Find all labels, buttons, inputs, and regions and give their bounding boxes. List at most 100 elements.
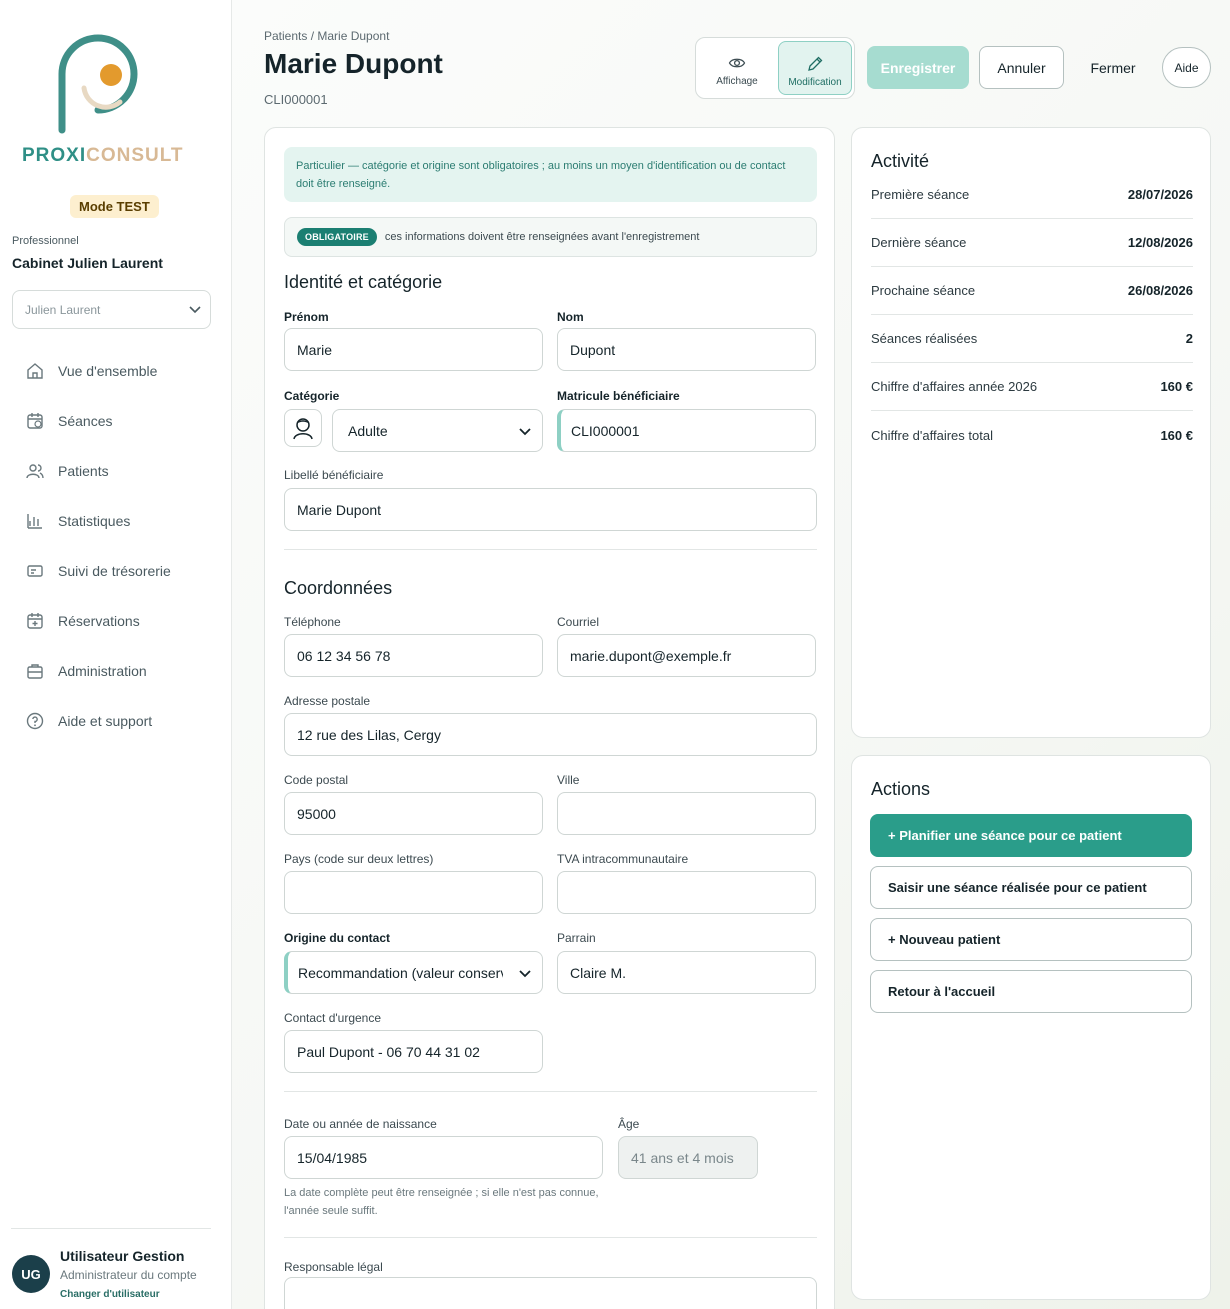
close-button[interactable]: Fermer bbox=[1078, 46, 1148, 89]
avatar[interactable]: UG bbox=[12, 1255, 50, 1293]
record-session-button[interactable]: Saisir une séance réalisée pour ce patie… bbox=[870, 866, 1192, 909]
divider bbox=[284, 549, 817, 550]
card-icon bbox=[24, 560, 46, 582]
mode-badge: Mode TEST bbox=[70, 195, 159, 218]
users-icon bbox=[24, 460, 46, 482]
nav-item-label: Vue d'ensemble bbox=[58, 363, 158, 379]
activity-row: Séances réalisées 2 bbox=[871, 315, 1193, 363]
responsable-input[interactable] bbox=[284, 1277, 817, 1309]
user-role: Administrateur du compte bbox=[60, 1268, 197, 1282]
info-banner: Particulier — catégorie et origine sont … bbox=[284, 147, 817, 202]
pencil-icon bbox=[808, 56, 823, 71]
nav-item-administration[interactable]: Administration bbox=[0, 646, 231, 696]
matricule-input[interactable]: CLI000001 bbox=[557, 409, 816, 452]
switch-user-link[interactable]: Changer d'utilisateur bbox=[60, 1289, 160, 1300]
parrain-label: Parrain bbox=[557, 931, 596, 945]
actions-card: Actions + Planifier une séance pour ce p… bbox=[851, 755, 1211, 1300]
nom-input[interactable]: Dupont bbox=[557, 328, 816, 371]
nav-item-seances[interactable]: Séances bbox=[0, 396, 231, 446]
activity-row-label: Prochaine séance bbox=[871, 283, 976, 298]
tva-label: TVA intracommunautaire bbox=[557, 852, 689, 866]
cancel-button[interactable]: Annuler bbox=[979, 46, 1064, 89]
edit-mode-button[interactable]: Modification bbox=[778, 41, 852, 95]
person-avatar-icon bbox=[284, 409, 322, 447]
pays-input[interactable] bbox=[284, 871, 543, 914]
age-label: Âge bbox=[618, 1117, 640, 1131]
activity-row-label: Dernière séance bbox=[871, 235, 967, 250]
code-postal-input[interactable]: 95000 bbox=[284, 792, 543, 835]
required-notice: OBLIGATOIRE ces informations doivent êtr… bbox=[284, 217, 817, 257]
schedule-session-button[interactable]: + Planifier une séance pour ce patient bbox=[870, 814, 1192, 857]
pays-label: Pays (code sur deux lettres) bbox=[284, 852, 434, 866]
origine-label: Origine du contact bbox=[284, 931, 391, 945]
activity-row-value: 160 € bbox=[1160, 427, 1193, 443]
activity-row: Première séance 28/07/2026 bbox=[871, 171, 1193, 219]
nav-item-reservations[interactable]: Réservations bbox=[0, 596, 231, 646]
activity-row: Chiffre d'affaires total 160 € bbox=[871, 411, 1193, 459]
calendar-icon bbox=[24, 410, 46, 432]
back-home-button[interactable]: Retour à l'accueil bbox=[870, 970, 1192, 1013]
parrain-input[interactable]: Claire M. bbox=[557, 951, 816, 994]
professional-select-value: Julien Laurent bbox=[25, 303, 101, 317]
professional-select[interactable]: Julien Laurent bbox=[12, 290, 211, 329]
activity-row-value: 2 bbox=[1185, 331, 1193, 346]
nav-item-patients[interactable]: Patients bbox=[0, 446, 231, 496]
chart-icon bbox=[24, 510, 46, 532]
email-input[interactable]: marie.dupont@exemple.fr bbox=[557, 634, 816, 677]
nav-item-label: Patients bbox=[58, 463, 109, 479]
briefcase-icon bbox=[24, 660, 46, 682]
main-content: Patients / Marie Dupont Marie Dupont CLI… bbox=[232, 0, 1230, 1309]
chevron-down-icon bbox=[189, 306, 201, 314]
responsable-label: Responsable légal bbox=[284, 1260, 383, 1274]
age-field: 41 ans et 4 mois bbox=[618, 1136, 758, 1179]
user-name: Utilisateur Gestion bbox=[60, 1248, 185, 1264]
ville-label: Ville bbox=[557, 773, 580, 787]
nav-item-treasury[interactable]: Suivi de trésorerie bbox=[0, 546, 231, 596]
nav-item-statistics[interactable]: Statistiques bbox=[0, 496, 231, 546]
urgence-input[interactable]: Paul Dupont - 06 70 44 31 02 bbox=[284, 1030, 543, 1073]
email-label: Courriel bbox=[557, 615, 600, 629]
breadcrumb[interactable]: Patients / Marie Dupont bbox=[264, 29, 389, 43]
new-patient-button[interactable]: + Nouveau patient bbox=[870, 918, 1192, 961]
activity-row: Dernière séance 12/08/2026 bbox=[871, 219, 1193, 267]
chevron-down-icon bbox=[519, 428, 531, 436]
prenom-input[interactable]: Marie bbox=[284, 328, 543, 371]
origine-select[interactable]: Recommandation (valeur conserve bbox=[284, 951, 543, 994]
divider bbox=[11, 1228, 211, 1229]
activity-row: Prochaine séance 26/08/2026 bbox=[871, 267, 1193, 315]
naissance-input[interactable]: 15/04/1985 bbox=[284, 1136, 603, 1179]
adresse-input[interactable]: 12 rue des Lilas, Cergy bbox=[284, 713, 817, 756]
prenom-label: Prénom bbox=[284, 310, 329, 324]
origine-value: Recommandation (valeur conserve bbox=[298, 964, 503, 981]
urgence-label: Contact d'urgence bbox=[284, 1011, 382, 1025]
categorie-label: Catégorie bbox=[284, 389, 340, 403]
nav-item-help[interactable]: Aide et support bbox=[0, 696, 231, 746]
home-icon bbox=[24, 360, 46, 382]
nav-item-label: Suivi de trésorerie bbox=[58, 563, 171, 579]
nav-item-label: Séances bbox=[58, 413, 113, 429]
nav-item-label: Réservations bbox=[58, 613, 140, 629]
categorie-select[interactable]: Adulte bbox=[332, 409, 543, 452]
tva-input[interactable] bbox=[557, 871, 816, 914]
telephone-label: Téléphone bbox=[284, 615, 341, 629]
divider bbox=[284, 1091, 817, 1092]
naissance-label: Date ou année de naissance bbox=[284, 1117, 437, 1131]
patient-code: CLI000001 bbox=[264, 92, 328, 107]
help-button[interactable]: Aide bbox=[1162, 47, 1211, 88]
section-title-contact: Coordonnées bbox=[284, 578, 393, 598]
nav-item-label: Statistiques bbox=[58, 513, 131, 529]
libelle-input[interactable]: Marie Dupont bbox=[284, 488, 817, 531]
nav-item-overview[interactable]: Vue d'ensemble bbox=[0, 346, 231, 396]
view-mode-button[interactable]: Affichage bbox=[700, 41, 774, 95]
ville-input[interactable] bbox=[557, 792, 816, 835]
activity-row-label: Chiffre d'affaires année 2026 bbox=[871, 379, 1038, 394]
actions-title: Actions bbox=[871, 779, 931, 799]
activity-row-label: Première séance bbox=[871, 187, 970, 202]
save-button[interactable]: Enregistrer bbox=[867, 46, 969, 89]
libelle-label: Libellé bénéficiaire bbox=[284, 468, 384, 482]
telephone-input[interactable]: 06 12 34 56 78 bbox=[284, 634, 543, 677]
edit-mode-label: Modification bbox=[788, 77, 842, 88]
calendar-plus-icon bbox=[24, 610, 46, 632]
activity-row: Chiffre d'affaires année 2026 160 € bbox=[871, 363, 1193, 411]
activity-title: Activité bbox=[871, 151, 930, 171]
